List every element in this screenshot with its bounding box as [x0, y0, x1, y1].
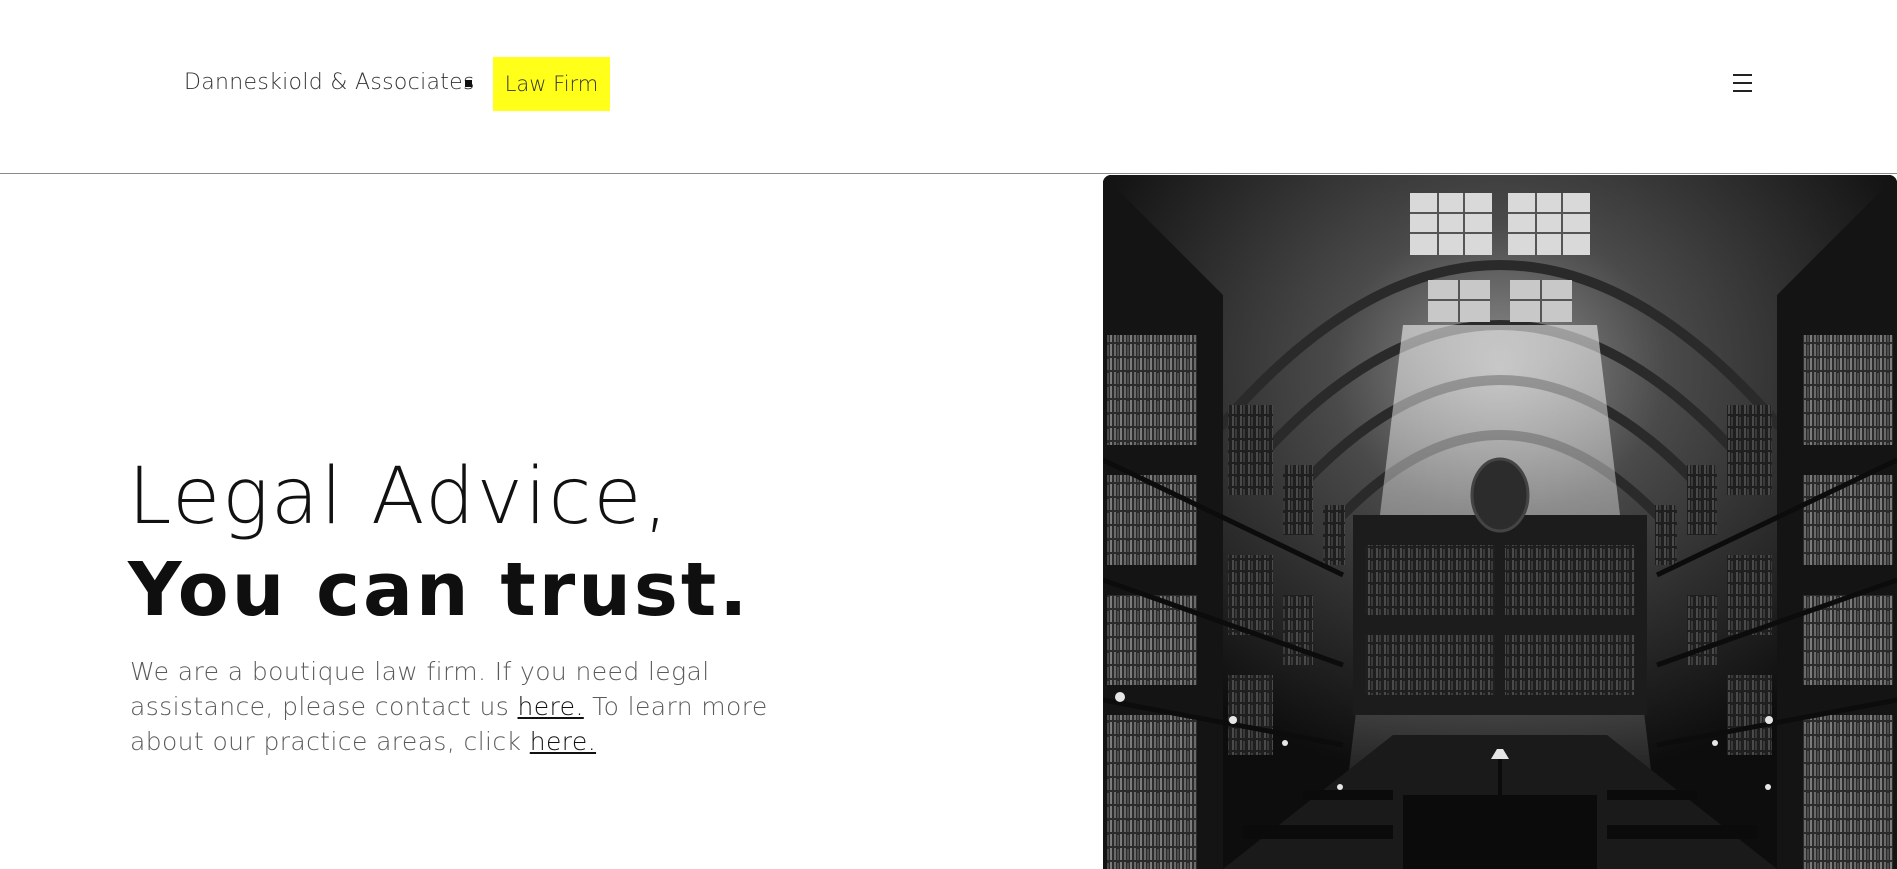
hero-title-line2: You can trust.	[128, 547, 751, 633]
brand-separator	[465, 80, 472, 87]
hero-description: We are a boutique law firm. If you need …	[130, 654, 850, 759]
brand-tag: Law Firm	[493, 57, 610, 111]
brand-name[interactable]: Danneskiold & Associates	[184, 70, 475, 95]
contact-link[interactable]: here.	[518, 692, 584, 721]
site-header: Danneskiold & Associates Law Firm	[0, 0, 1897, 174]
library-image	[1103, 175, 1897, 869]
practice-areas-link[interactable]: here.	[530, 727, 596, 756]
hero-title-line1: Legal Advice,	[128, 452, 671, 542]
hamburger-menu-icon[interactable]	[1730, 71, 1756, 95]
